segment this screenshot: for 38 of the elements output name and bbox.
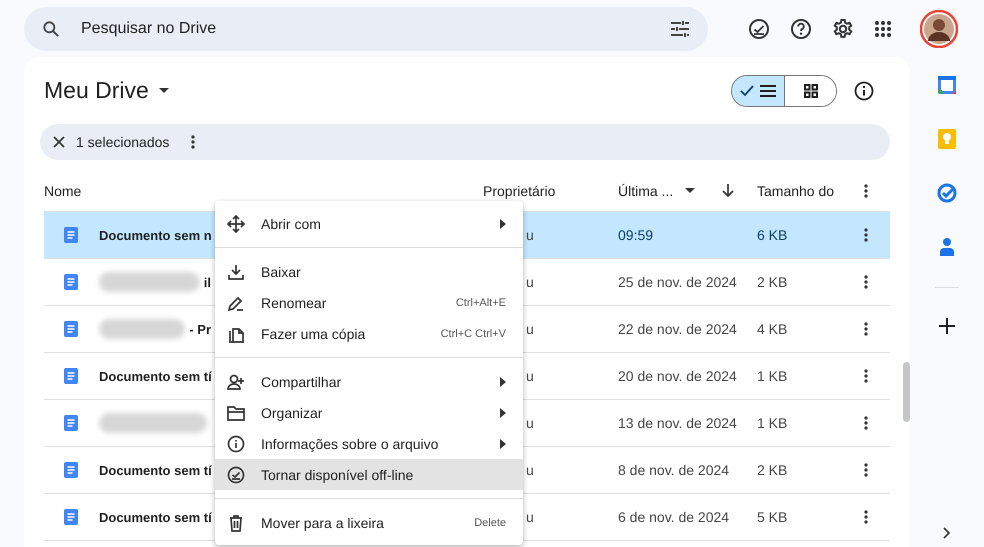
owner-cell: u: [526, 227, 534, 243]
modified-cell-text: 09:59: [618, 227, 654, 243]
modified-cell-text: 6 de nov. de 2024: [618, 509, 730, 525]
owner-cell: u: [526, 274, 534, 290]
size-cell-text: 4 KB: [757, 321, 788, 337]
size-cell-text: 1 KB: [757, 368, 788, 384]
file-name: Documento sem tí: [99, 462, 212, 478]
keyboard-shortcut: Delete: [474, 516, 506, 528]
size-cell-text: 2 KB: [757, 462, 788, 478]
owner-cell: u: [526, 368, 534, 384]
modified-cell-text: 13 de nov. de 2024: [618, 415, 738, 431]
menu-item-label: Organizar: [261, 404, 324, 420]
selection-count: 1 selecionados: [76, 134, 170, 150]
menu-item-label: Mover para a lixeira: [261, 514, 385, 530]
menu-item-label: Tornar disponível off-line: [261, 466, 414, 482]
menu-item-label: Compartilhar: [261, 374, 342, 390]
file-name: il: [204, 274, 211, 290]
owner-cell: u: [526, 462, 534, 478]
file-name: Documento sem tí: [99, 510, 212, 524]
size-cell-text: 5 KB: [757, 509, 788, 525]
modified-cell-text: 25 de nov. de 2024: [618, 274, 738, 290]
owner-cell: u: [526, 321, 534, 337]
menu-item-label: Baixar: [261, 264, 302, 280]
keyboard-shortcut: Ctrl+Alt+E: [456, 296, 506, 308]
size-cell-text: 6 KB: [757, 227, 788, 243]
size-cell-text: 2 KB: [757, 274, 788, 290]
file-name: - Pr: [189, 322, 211, 336]
owner-cell: u: [526, 415, 534, 431]
modified-cell-text: 22 de nov. de 2024: [618, 321, 738, 337]
menu-item-label: Abrir com: [261, 216, 322, 232]
owner-cell: u: [526, 509, 534, 525]
size-cell-text: 1 KB: [757, 415, 788, 431]
modified-cell-text: 20 de nov. de 2024: [618, 368, 738, 384]
file-name: Documento sem tí: [99, 368, 212, 384]
keyboard-shortcut: Ctrl+C Ctrl+V: [440, 328, 506, 340]
file-name: Documento sem n: [99, 228, 212, 242]
menu-item-label: Fazer uma cópia: [261, 326, 366, 342]
modified-cell-text: 8 de nov. de 2024: [618, 462, 730, 478]
